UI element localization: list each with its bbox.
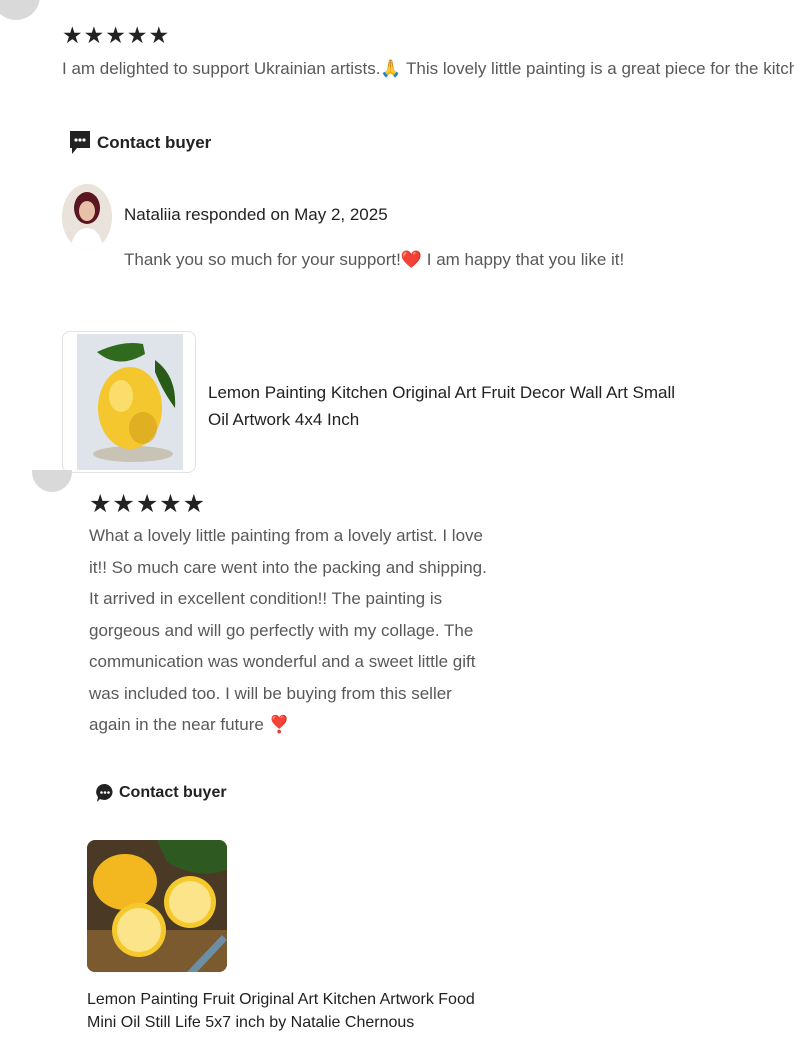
contact-buyer-button[interactable]: Contact buyer [68, 128, 211, 158]
item-title-link[interactable]: Lemon Painting Kitchen Original Art Frui… [208, 379, 678, 433]
chat-bubble-icon [95, 783, 115, 803]
star-rating: ★★★★★ [89, 490, 207, 518]
review-text: I am delighted to support Ukrainian arti… [62, 59, 794, 78]
item-thumbnail[interactable] [62, 331, 196, 473]
item-title-link[interactable]: Lemon Painting Fruit Original Art Kitche… [87, 988, 487, 1034]
chat-bubble-icon [68, 129, 92, 157]
seller-response-header: Nataliia responded on May 2, 2025 [124, 205, 388, 224]
purchased-item-card[interactable]: Lemon Painting Kitchen Original Art Frui… [62, 331, 675, 473]
contact-buyer-label: Contact buyer [119, 784, 227, 801]
contact-buyer-label: Contact buyer [97, 133, 212, 152]
item-thumbnail[interactable] [87, 840, 227, 972]
seller-avatar [62, 184, 112, 250]
seller-response-text: Thank you so much for your support!❤️ I … [124, 250, 625, 269]
reviewer-avatar [0, 0, 40, 20]
contact-buyer-button[interactable]: Contact buyer [95, 780, 227, 806]
star-rating: ★★★★★ [62, 22, 171, 48]
review-text: What a lovely little painting from a lov… [89, 526, 487, 734]
